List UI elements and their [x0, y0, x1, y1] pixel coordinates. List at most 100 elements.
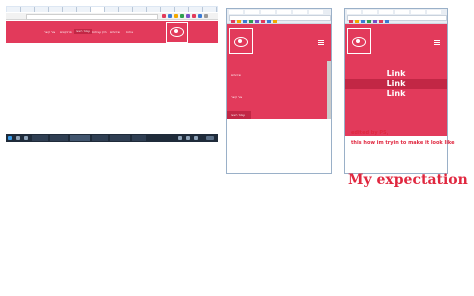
taskbar-app[interactable] [92, 135, 108, 141]
browser-tab[interactable] [395, 10, 409, 14]
taskbar-app-active[interactable] [70, 135, 90, 141]
extension-icon[interactable] [243, 20, 247, 23]
edit-note: edited by PS, [351, 130, 389, 136]
hamburger-menu-icon[interactable] [318, 40, 324, 46]
extension-icon[interactable] [367, 20, 371, 23]
browser-tab[interactable] [49, 7, 63, 12]
extension-icon[interactable] [168, 14, 172, 18]
browser-tab[interactable] [119, 7, 133, 12]
menu-icon[interactable] [204, 14, 208, 18]
extension-icon[interactable] [267, 20, 271, 23]
extension-icon[interactable] [237, 20, 241, 23]
extension-icon[interactable] [255, 20, 259, 23]
taskbar-app[interactable] [32, 135, 48, 141]
nav-link[interactable]: צור קשר [44, 30, 55, 34]
extension-icon[interactable] [385, 20, 389, 23]
eye-pupil [238, 39, 242, 43]
menu-item-active[interactable]: עמוד ראשי [227, 111, 251, 119]
nav-link[interactable]: תיק עבודות [92, 30, 107, 34]
mobile-dropdown-menu: שירותים צור קשר עמוד ראשי [227, 61, 328, 119]
mobile-browser-chrome [345, 9, 447, 24]
browser-tab[interactable] [189, 7, 203, 12]
browser-tab[interactable] [7, 7, 21, 12]
taskbar-app[interactable] [132, 135, 146, 141]
browser-tab[interactable] [261, 10, 275, 14]
tray-icon[interactable] [186, 136, 190, 140]
browser-tab[interactable] [277, 10, 291, 14]
edit-note-description: this how im tryin to make it look like [351, 140, 455, 146]
extension-icon[interactable] [180, 14, 184, 18]
extension-icon[interactable] [231, 20, 235, 23]
tray-icon[interactable] [178, 136, 182, 140]
browser-tab[interactable] [63, 7, 77, 12]
extension-icon[interactable] [198, 14, 202, 18]
site-logo[interactable] [166, 22, 188, 43]
mobile-expected-mockup: Link Link Link edited by PS, this how im… [344, 8, 455, 174]
nav-link[interactable]: אודות [126, 30, 133, 34]
site-logo[interactable] [229, 28, 253, 54]
search-icon[interactable] [16, 136, 20, 140]
nav-link[interactable]: פרויקטים [60, 30, 72, 34]
browser-tab[interactable] [77, 7, 91, 12]
eye-pupil [356, 39, 360, 43]
extension-icon[interactable] [273, 20, 277, 23]
browser-tab[interactable] [427, 10, 441, 14]
site-header [345, 24, 447, 61]
extension-icon[interactable] [379, 20, 383, 23]
extension-icon[interactable] [261, 20, 265, 23]
expected-dropdown-menu: Link Link Link [345, 61, 447, 136]
browser-tab[interactable] [411, 10, 425, 14]
mobile-current-screenshot: שירותים צור קשר עמוד ראשי [226, 8, 332, 174]
browser-tab[interactable] [35, 7, 49, 12]
clock[interactable] [206, 136, 214, 140]
extension-icon[interactable] [349, 20, 353, 23]
browser-tab[interactable] [347, 10, 361, 14]
task-view-icon[interactable] [24, 136, 28, 140]
browser-tab[interactable] [147, 7, 161, 12]
extension-icon[interactable] [355, 20, 359, 23]
browser-tab[interactable] [293, 10, 307, 14]
extension-icon[interactable] [162, 14, 166, 18]
browser-tab[interactable] [133, 7, 147, 12]
browser-tab[interactable] [175, 7, 189, 12]
browser-tab[interactable] [379, 10, 393, 14]
menu-link[interactable]: Link [345, 89, 447, 99]
site-logo[interactable] [347, 28, 371, 54]
windows-taskbar [6, 134, 218, 142]
browser-tab[interactable] [161, 7, 175, 12]
menu-link[interactable]: Link [345, 69, 447, 79]
site-header [227, 24, 331, 61]
menu-item-label: עמוד ראשי [231, 113, 245, 117]
taskbar-app[interactable] [50, 135, 68, 141]
browser-tab[interactable] [21, 7, 35, 12]
eye-pupil [174, 29, 178, 33]
extension-icon[interactable] [373, 20, 377, 23]
hamburger-menu-icon[interactable] [434, 40, 440, 46]
taskbar-app[interactable] [110, 135, 130, 141]
address-field[interactable] [26, 14, 158, 20]
browser-tab[interactable] [363, 10, 377, 14]
browser-tab-strip [6, 6, 218, 12]
extension-icon[interactable] [192, 14, 196, 18]
extension-icon[interactable] [361, 20, 365, 23]
nav-link-active[interactable]: עמוד ראשי [74, 29, 92, 34]
extension-icon[interactable] [174, 14, 178, 18]
extension-icon[interactable] [186, 14, 190, 18]
site-navbar: צור קשר פרויקטים עמוד ראשי תיק עבודות שי… [6, 21, 218, 43]
address-bar-row [6, 13, 218, 20]
browser-tab[interactable] [245, 10, 259, 14]
extension-icon[interactable] [249, 20, 253, 23]
browser-tab[interactable] [309, 10, 323, 14]
menu-item[interactable]: שירותים [231, 73, 241, 77]
scrollbar[interactable] [327, 61, 331, 119]
tray-icon[interactable] [194, 136, 198, 140]
expectation-heading: My expectation [348, 172, 468, 188]
menu-item[interactable]: צור קשר [231, 95, 242, 99]
browser-tab-active[interactable] [91, 7, 105, 12]
nav-link[interactable]: שירותים [110, 30, 120, 34]
browser-tab[interactable] [203, 7, 217, 12]
browser-tab[interactable] [105, 7, 119, 12]
menu-link-active[interactable]: Link [345, 79, 447, 89]
windows-start-icon[interactable] [8, 136, 12, 140]
browser-tab[interactable] [229, 10, 243, 14]
